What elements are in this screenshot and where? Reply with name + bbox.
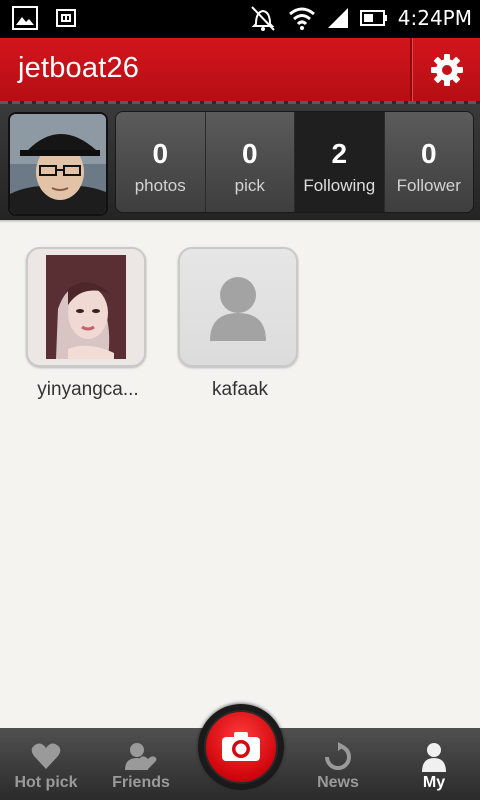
- stat-photos[interactable]: 0 photos: [116, 112, 206, 212]
- stat-pick-count: 0: [241, 138, 258, 169]
- page-title: jetboat26: [18, 52, 140, 84]
- user-card[interactable]: kafaak: [178, 247, 302, 401]
- header-shadow: [0, 220, 480, 223]
- status-bar: 4:24PM: [0, 0, 480, 38]
- tab-my[interactable]: My: [388, 728, 480, 800]
- profile-avatar[interactable]: [8, 112, 108, 216]
- alarm-off-icon: [251, 6, 275, 31]
- wifi-icon: [288, 7, 315, 30]
- tab-friends[interactable]: Friends: [96, 728, 186, 800]
- stat-follower[interactable]: 0 Follower: [384, 112, 473, 212]
- tab-hot-pick-label: Hot pick: [14, 774, 78, 791]
- stat-follower-label: Follower: [396, 176, 461, 195]
- title-bar: jetboat26: [0, 38, 480, 102]
- battery-icon: [359, 10, 387, 26]
- heart-icon: [31, 743, 61, 769]
- stat-photos-count: 0: [152, 138, 169, 169]
- gear-icon: [431, 54, 463, 86]
- tab-my-label: My: [422, 774, 446, 791]
- camera-button-face: [204, 710, 278, 784]
- camera-button[interactable]: [198, 704, 284, 790]
- profile-stats: 0 photos 0 pick 2 Following 0 Follower: [115, 111, 474, 213]
- stat-following-label: Following: [303, 176, 376, 195]
- stat-following-count: 2: [331, 138, 348, 169]
- user-name: kafaak: [212, 379, 268, 400]
- settings-button[interactable]: [414, 38, 480, 102]
- stat-pick-label: pick: [234, 176, 265, 195]
- tab-news-label: News: [317, 774, 359, 791]
- tab-friends-label: Friends: [112, 774, 170, 791]
- refresh-icon: [325, 742, 351, 770]
- cell-signal-icon: [327, 8, 348, 28]
- title-divider: [410, 38, 412, 102]
- tab-news[interactable]: News: [294, 728, 382, 800]
- sd-card-icon: [56, 9, 76, 27]
- stat-photos-label: photos: [134, 176, 186, 195]
- stat-pick[interactable]: 0 pick: [205, 112, 295, 212]
- placeholder-person-icon: [210, 277, 266, 341]
- image-icon: [12, 6, 38, 30]
- friends-icon: [125, 743, 157, 770]
- stat-follower-count: 0: [420, 138, 437, 169]
- stat-following[interactable]: 2 Following: [295, 112, 385, 212]
- user-avatar[interactable]: [26, 247, 146, 367]
- camera-icon: [222, 732, 260, 761]
- screen: 4:24PM jetboat26 0 photos 0 pick 2 Follo…: [0, 0, 480, 800]
- tab-hot-pick[interactable]: Hot pick: [0, 728, 92, 800]
- person-icon: [422, 743, 446, 772]
- profile-header: 0 photos 0 pick 2 Following 0 Follower: [0, 104, 480, 220]
- user-card[interactable]: yinyangca...: [26, 247, 150, 401]
- user-avatar[interactable]: [178, 247, 298, 367]
- clock: 4:24PM: [397, 6, 472, 30]
- user-name: yinyangca...: [37, 379, 139, 400]
